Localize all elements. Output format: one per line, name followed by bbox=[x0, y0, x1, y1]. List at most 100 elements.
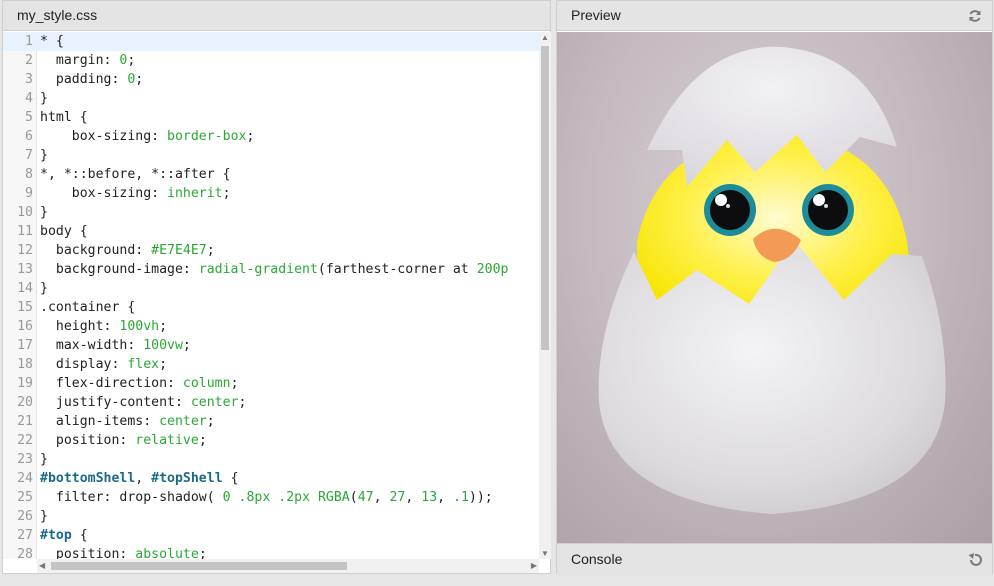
code-line[interactable]: 19 flex-direction: column; bbox=[3, 374, 539, 393]
code-token: , bbox=[437, 490, 454, 505]
code-token: padding: bbox=[40, 72, 128, 87]
line-number: 21 bbox=[17, 414, 33, 429]
code-text: background: #E7E4E7; bbox=[40, 241, 215, 260]
console-title: Console bbox=[571, 551, 623, 567]
code-token: } bbox=[40, 91, 48, 106]
code-token: column bbox=[182, 376, 231, 391]
code-token: display: bbox=[40, 357, 128, 372]
code-line[interactable]: 21 align-items: center; bbox=[3, 412, 539, 431]
editor-tab-title[interactable]: my_style.css bbox=[3, 1, 550, 31]
scroll-left-icon[interactable]: ◀ bbox=[39, 561, 45, 570]
vertical-scrollbar[interactable]: ▲ ▼ bbox=[539, 32, 551, 559]
code-token: ; bbox=[206, 243, 215, 258]
code-line[interactable]: 9 box-sizing: inherit; bbox=[3, 184, 539, 203]
code-line[interactable]: 5 html { bbox=[3, 108, 539, 127]
code-line[interactable]: 18 display: flex; bbox=[3, 355, 539, 374]
code-token: RGBA bbox=[317, 490, 350, 505]
code-line[interactable]: 1 * { bbox=[3, 32, 539, 51]
code-line[interactable]: 24 #bottomShell, #topShell { bbox=[3, 469, 539, 488]
code-token: flex bbox=[127, 357, 160, 372]
code-text: flex-direction: column; bbox=[40, 374, 239, 393]
code-line[interactable]: 4} bbox=[3, 89, 539, 108]
scroll-down-icon[interactable]: ▼ bbox=[541, 549, 549, 558]
code-text: box-sizing: border-box; bbox=[40, 127, 255, 146]
code-line[interactable]: 11 body { bbox=[3, 222, 539, 241]
code-token: .2px bbox=[278, 490, 311, 505]
code-text: height: 100vh; bbox=[40, 317, 167, 336]
line-number: 2 bbox=[25, 53, 33, 68]
code-text: filter: drop-shadow( 0 .8px .2px RGBA(47… bbox=[40, 488, 493, 507]
code-line[interactable]: 3 padding: 0; bbox=[3, 70, 539, 89]
code-line[interactable]: 22 position: relative; bbox=[3, 431, 539, 450]
code-line[interactable]: 10} bbox=[3, 203, 539, 222]
console-title-bar[interactable]: Console bbox=[557, 544, 992, 575]
code-token: } bbox=[40, 205, 48, 220]
horizontal-scroll-thumb[interactable] bbox=[51, 562, 347, 570]
horizontal-scrollbar[interactable]: ◀ ▶ bbox=[37, 559, 539, 573]
code-line[interactable]: 25 filter: drop-shadow( 0 .8px .2px RGBA… bbox=[3, 488, 539, 507]
hatching-chick-illustration bbox=[598, 46, 946, 514]
code-text: box-sizing: inherit; bbox=[40, 184, 231, 203]
code-line[interactable]: 26} bbox=[3, 507, 539, 526]
code-token: 0 bbox=[222, 490, 231, 505]
code-line[interactable]: 17 max-width: 100vw; bbox=[3, 336, 539, 355]
code-token: 100vw bbox=[143, 338, 183, 353]
code-line[interactable]: 20 justify-content: center; bbox=[3, 393, 539, 412]
code-line[interactable]: 15 .container { bbox=[3, 298, 539, 317]
code-token: } bbox=[40, 148, 48, 163]
code-line[interactable]: 8 *, *::before, *::after { bbox=[3, 165, 539, 184]
line-number: 15 bbox=[17, 300, 33, 315]
code-token: filter: drop-shadow( bbox=[40, 490, 223, 505]
code-line[interactable]: 23} bbox=[3, 450, 539, 469]
code-line[interactable]: 7} bbox=[3, 146, 539, 165]
line-number: 11 bbox=[17, 224, 33, 239]
code-text: } bbox=[40, 507, 48, 526]
code-token: margin: bbox=[40, 53, 120, 68]
code-token: ; bbox=[135, 72, 144, 87]
code-token: body { bbox=[40, 224, 88, 239]
code-token: , bbox=[135, 471, 152, 486]
vertical-scroll-thumb[interactable] bbox=[541, 46, 549, 350]
code-token: )); bbox=[468, 490, 493, 505]
code-text: padding: 0; bbox=[40, 70, 143, 89]
code-token: , bbox=[373, 490, 390, 505]
code-token: 200p bbox=[476, 262, 509, 277]
code-line[interactable]: 6 box-sizing: border-box; bbox=[3, 127, 539, 146]
line-number: 3 bbox=[25, 72, 33, 87]
line-number: 17 bbox=[17, 338, 33, 353]
refresh-icon[interactable] bbox=[968, 9, 982, 23]
code-token: flex-direction: bbox=[40, 376, 183, 391]
code-text: background-image: radial-gradient(farthe… bbox=[40, 260, 509, 279]
line-number: 13 bbox=[17, 262, 33, 277]
code-token: .1 bbox=[453, 490, 469, 505]
preview-title: Preview bbox=[571, 7, 621, 23]
code-token: #E7E4E7 bbox=[151, 243, 207, 258]
line-number: 19 bbox=[17, 376, 33, 391]
code-token: #topShell bbox=[151, 471, 223, 486]
undo-icon[interactable] bbox=[968, 553, 982, 567]
console-pane[interactable]: Console bbox=[556, 543, 993, 575]
code-token: #bottomShell bbox=[40, 471, 136, 486]
scroll-right-icon[interactable]: ▶ bbox=[531, 561, 537, 570]
line-number: 22 bbox=[17, 433, 33, 448]
line-number: 25 bbox=[17, 490, 33, 505]
scroll-up-icon[interactable]: ▲ bbox=[541, 33, 549, 42]
left-eye bbox=[704, 184, 756, 236]
code-line[interactable]: 2 margin: 0; bbox=[3, 51, 539, 70]
code-token: box-sizing: bbox=[40, 129, 168, 144]
code-text: } bbox=[40, 89, 48, 108]
code-text: position: relative; bbox=[40, 431, 207, 450]
line-number: 23 bbox=[17, 452, 33, 467]
code-line[interactable]: 13 background-image: radial-gradient(far… bbox=[3, 260, 539, 279]
code-line[interactable]: 16 height: 100vh; bbox=[3, 317, 539, 336]
code-line[interactable]: 28 position: absolute; bbox=[3, 545, 539, 559]
code-line[interactable]: 27 #top { bbox=[3, 526, 539, 545]
code-token: { bbox=[222, 471, 239, 486]
code-line[interactable]: 14} bbox=[3, 279, 539, 298]
code-editor[interactable]: 1 * {2 margin: 0; 3 padding: 0; 4} 5 html {6 … bbox=[3, 32, 539, 559]
line-number: 10 bbox=[17, 205, 33, 220]
code-token: relative bbox=[135, 433, 199, 448]
line-number: 26 bbox=[17, 509, 33, 524]
code-line[interactable]: 12 background: #E7E4E7; bbox=[3, 241, 539, 260]
